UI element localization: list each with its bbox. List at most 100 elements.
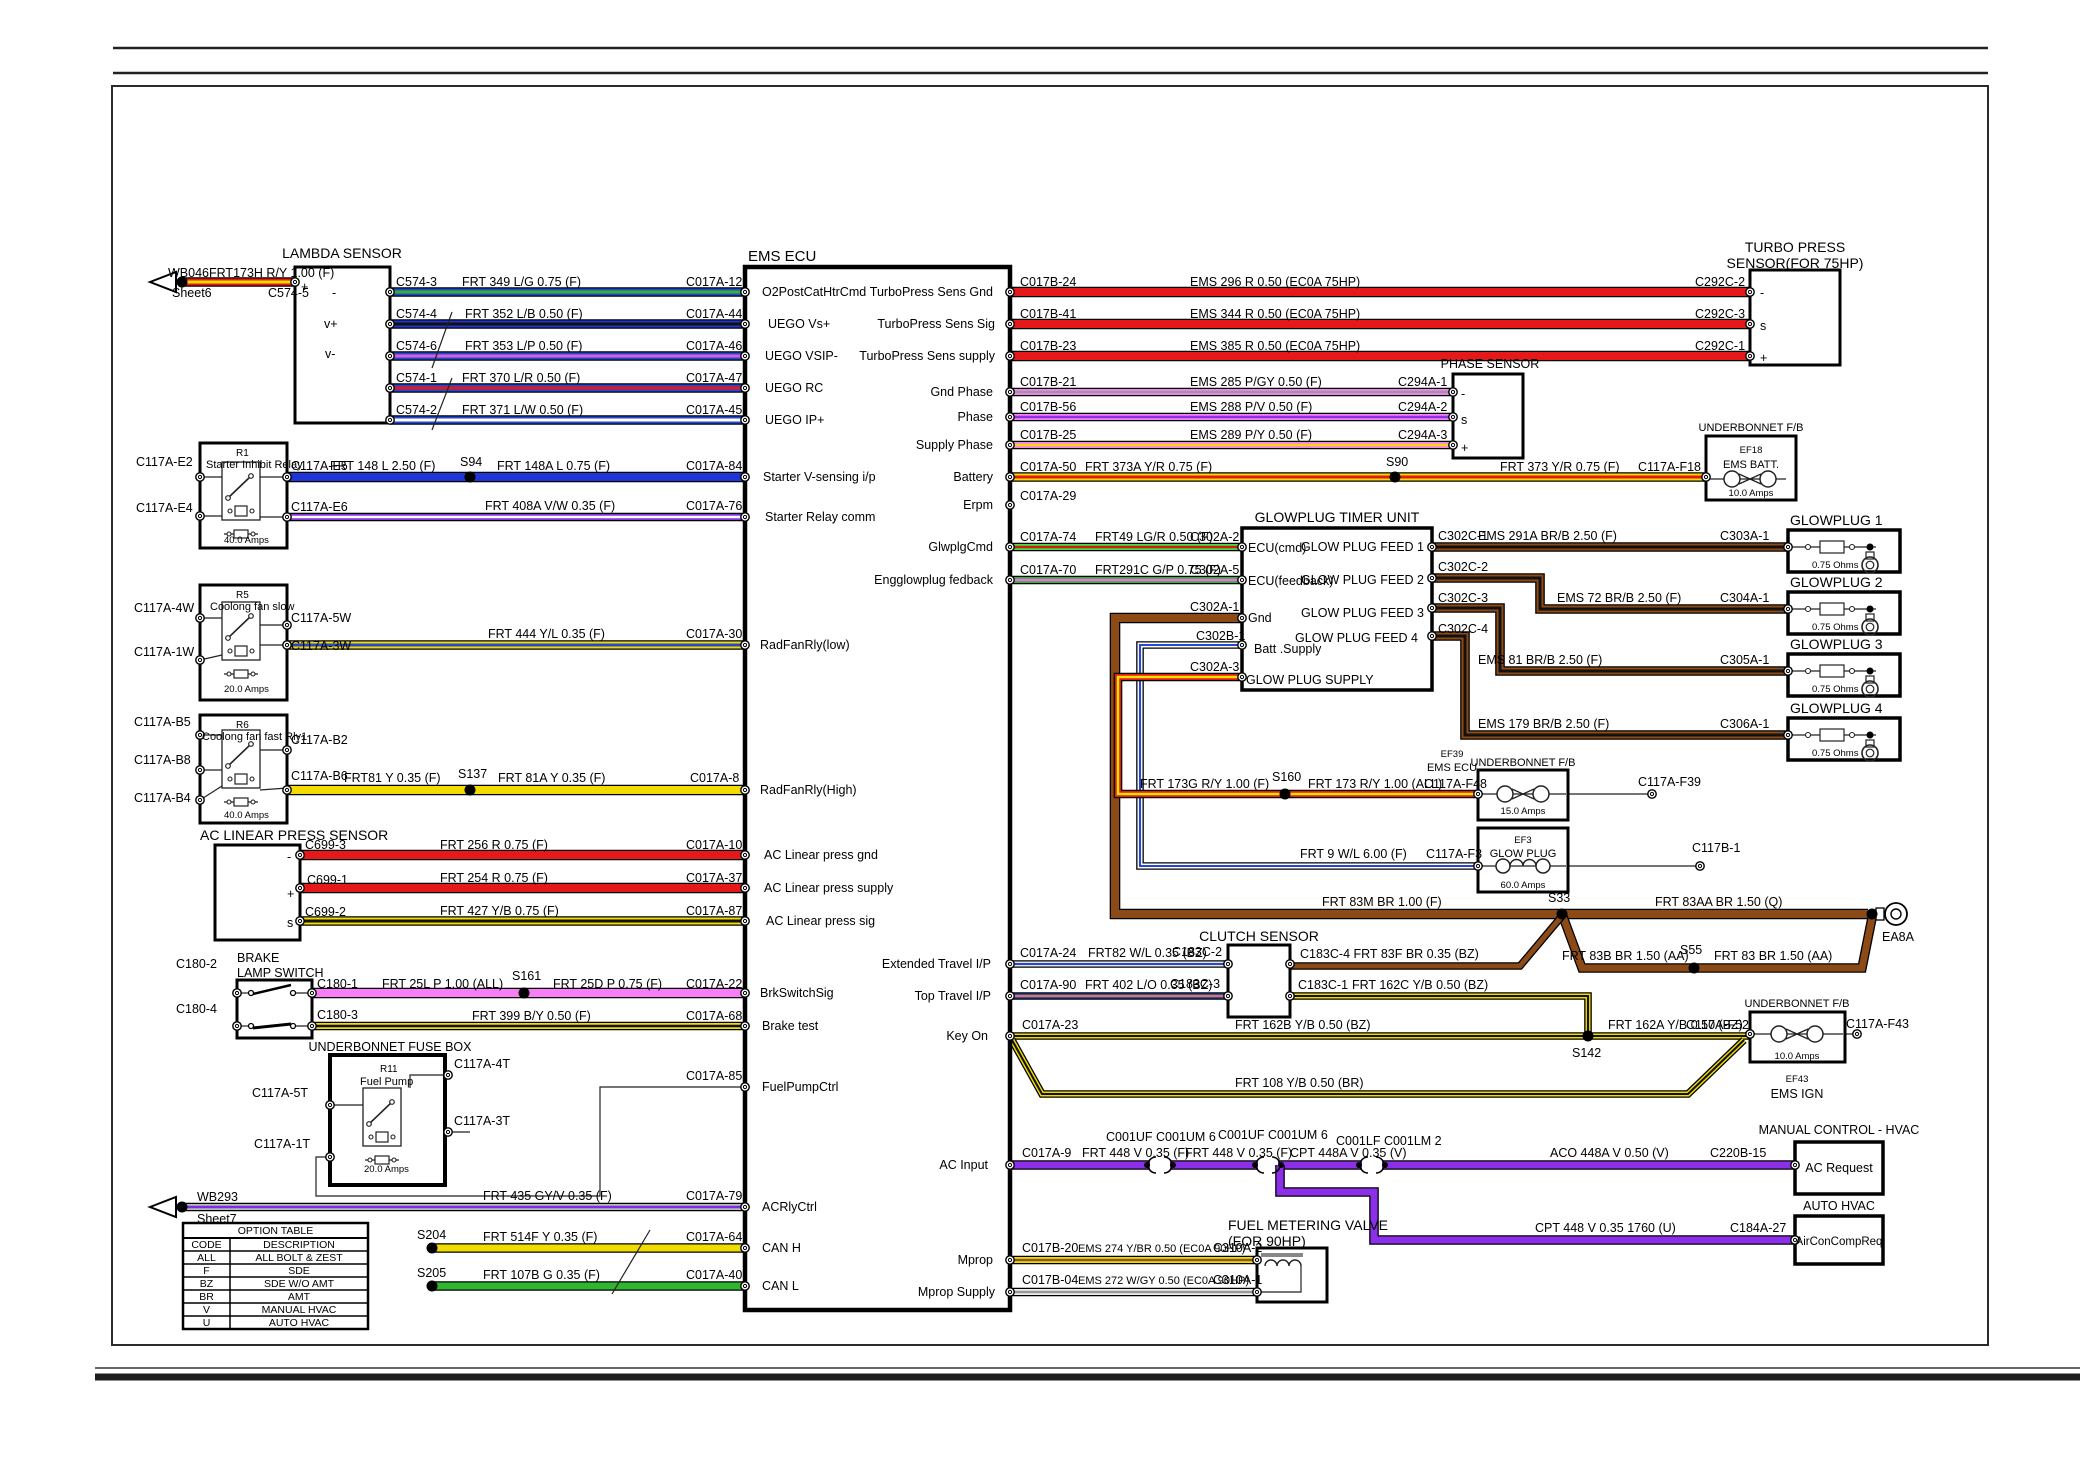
relay-fuse-icon bbox=[375, 1156, 389, 1164]
label-aco-448a-v-0-50-v: ACO 448A V 0.50 (V) bbox=[1550, 1146, 1669, 1160]
option-table-desc: SDE W/O AMT bbox=[264, 1278, 335, 1290]
glowplug-resistor-icon bbox=[1820, 729, 1844, 741]
connector-pin bbox=[1449, 413, 1457, 421]
connector-pin bbox=[1449, 441, 1457, 449]
label-c699-3: C699-3 bbox=[305, 838, 346, 852]
glowplug-contact bbox=[1850, 607, 1855, 612]
label-key-on: Key On bbox=[946, 1029, 988, 1043]
label-s94: S94 bbox=[460, 455, 482, 469]
relay-switch-icon bbox=[228, 616, 251, 638]
label-c017a-22: C017A-22 bbox=[686, 977, 742, 991]
label-c017a-45: C017A-45 bbox=[686, 403, 742, 417]
glowplug-contact bbox=[1806, 607, 1811, 612]
connector-pin bbox=[386, 320, 394, 328]
label-glowplug-2: GLOWPLUG 2 bbox=[1790, 574, 1883, 590]
splice-dot bbox=[519, 988, 530, 999]
label-ac-linear-press-sensor: AC LINEAR PRESS SENSOR bbox=[200, 827, 388, 843]
splice-dot bbox=[1390, 472, 1401, 483]
connector-pin bbox=[1006, 320, 1014, 328]
connector-pin bbox=[386, 416, 394, 424]
glowplug-junction bbox=[1867, 668, 1874, 675]
label-c017b-04: C017B-04 bbox=[1022, 1273, 1078, 1287]
splice-dot bbox=[1689, 963, 1700, 974]
label-c017a-64: C017A-64 bbox=[686, 1230, 742, 1244]
connector-pin bbox=[1746, 288, 1754, 296]
label-extended-travel-i-p: Extended Travel I/P bbox=[882, 957, 991, 971]
connector-pin bbox=[283, 746, 291, 754]
label-ems-385-r-0-50-ec0a-75hp: EMS 385 R 0.50 (EC0A 75HP) bbox=[1190, 339, 1360, 353]
label-frt-162c-y-b-0-50-bz: FRT 162C Y/B 0.50 (BZ) bbox=[1352, 978, 1488, 992]
option-table-code: ALL bbox=[197, 1252, 216, 1264]
label-c117a-3w: C117A-3W bbox=[291, 639, 351, 653]
label-s: s bbox=[1461, 413, 1467, 427]
label-underbonnet-f-b: UNDERBONNET F/B bbox=[1699, 422, 1804, 434]
label-mprop-supply: Mprop Supply bbox=[918, 1285, 996, 1299]
connector-pin bbox=[386, 352, 394, 360]
ems-ecu-wiring-diagram: OPTION TABLECODEDESCRIPTIONALLALL BOLT &… bbox=[0, 0, 2080, 1471]
label-turbopress-sens-supply: TurboPress Sens supply bbox=[859, 349, 995, 363]
label-c699-2: C699-2 bbox=[305, 905, 346, 919]
label-ef3: EF3 bbox=[1514, 835, 1531, 846]
label-starter-inhibit-relay: Starter Inhibit Relay bbox=[206, 459, 303, 471]
label-ems-291a-br-b-2-50-f: EMS 291A BR/B 2.50 (F) bbox=[1478, 529, 1617, 543]
connector-pin bbox=[1784, 667, 1792, 675]
label-ef18: EF18 bbox=[1740, 445, 1763, 456]
label-frt-435-gy-v-0-35-f: FRT 435 GY/V 0.35 (F) bbox=[483, 1189, 612, 1203]
label-turbopress-sens-gnd: TurboPress Sens Gnd bbox=[870, 285, 993, 299]
label-0-75-ohms: 0.75 Ohms bbox=[1812, 560, 1859, 571]
label-c117a-f52: C117A-F52 bbox=[1686, 1018, 1749, 1032]
label-c302c-3: C302C-3 bbox=[1438, 591, 1488, 605]
label-frt-83-br-1-50-aa: FRT 83 BR 1.50 (AA) bbox=[1714, 949, 1832, 963]
connector-pin bbox=[283, 641, 291, 649]
connector-pin bbox=[741, 1022, 749, 1030]
label-ems-batt: EMS BATT. bbox=[1723, 459, 1779, 471]
label-c117a-b5: C117A-B5 bbox=[134, 715, 191, 729]
label-clutch-sensor: CLUTCH SENSOR bbox=[1199, 928, 1319, 944]
label-c117a-3t: C117A-3T bbox=[454, 1114, 510, 1128]
label-c574-6: C574-6 bbox=[396, 339, 437, 353]
connector-pin bbox=[1746, 352, 1754, 360]
label-c574-3: C574-3 bbox=[396, 275, 437, 289]
label-c117a-4t: C117A-4T bbox=[454, 1057, 510, 1071]
splice-dot bbox=[1557, 909, 1568, 920]
label-frt-448-v-0-35-f: FRT 448 V 0.35 (F) bbox=[1185, 1146, 1292, 1160]
connector-pin bbox=[1006, 1032, 1014, 1040]
inline-connector-dot bbox=[1278, 1162, 1284, 1168]
connector-pin bbox=[1428, 632, 1436, 640]
label-frt-148-l-2-50-f: FRT 148 L 2.50 (F) bbox=[330, 459, 435, 473]
connector-pin bbox=[1006, 1161, 1014, 1169]
label-frt-399-b-y-0-50-f: FRT 399 B/Y 0.50 (F) bbox=[472, 1009, 591, 1023]
label-0-75-ohms: 0.75 Ohms bbox=[1812, 748, 1859, 759]
glowplug-resistor-icon bbox=[1820, 665, 1844, 677]
label-c017a-90: C017A-90 bbox=[1020, 978, 1076, 992]
label-v: v+ bbox=[324, 317, 338, 331]
fuse-coil-icon bbox=[1510, 860, 1536, 867]
label-ea8a: EA8A bbox=[1882, 930, 1915, 944]
label-c017a-12: C017A-12 bbox=[686, 275, 742, 289]
label-c017b-21: C017B-21 bbox=[1020, 375, 1076, 389]
connector-pin bbox=[1238, 673, 1246, 681]
label-c292c-3: C292C-3 bbox=[1695, 307, 1745, 321]
label-40-0-amps: 40.0 Amps bbox=[224, 810, 269, 821]
label-glowplug-timer-unit: GLOWPLUG TIMER UNIT bbox=[1255, 509, 1420, 525]
connector-pin bbox=[196, 766, 204, 774]
label-frt-108-y-b-0-50-br: FRT 108 Y/B 0.50 (BR) bbox=[1235, 1076, 1364, 1090]
label-s205: S205 bbox=[417, 1266, 446, 1280]
connector-pin bbox=[1286, 960, 1294, 968]
label-c180-4: C180-4 bbox=[176, 1002, 217, 1016]
connector-pin bbox=[1696, 862, 1704, 870]
switch-contact bbox=[291, 1024, 296, 1029]
glowplug-ground-icon bbox=[1866, 561, 1874, 569]
label-frt81-y-0-35-f: FRT81 Y 0.35 (F) bbox=[344, 771, 441, 785]
label-c017a-85: C017A-85 bbox=[686, 1069, 742, 1083]
relay-switch-icon bbox=[228, 476, 251, 498]
label-ems-296-r-0-50-ec0a-75hp: EMS 296 R 0.50 (EC0A 75HP) bbox=[1190, 275, 1360, 289]
label-s55: S55 bbox=[1680, 943, 1702, 957]
splice-dot bbox=[1280, 789, 1291, 800]
label-underbonnet-f-b: UNDERBONNET F/B bbox=[1745, 998, 1850, 1010]
label-glow-plug-feed-4: GLOW PLUG FEED 4 bbox=[1295, 631, 1418, 645]
label-c117b-1: C117B-1 bbox=[1692, 841, 1740, 855]
glowplug-junction bbox=[1867, 544, 1874, 551]
label-frt-408a-v-w-0-35-f: FRT 408A V/W 0.35 (F) bbox=[485, 499, 615, 513]
connector-pin bbox=[1428, 574, 1436, 582]
